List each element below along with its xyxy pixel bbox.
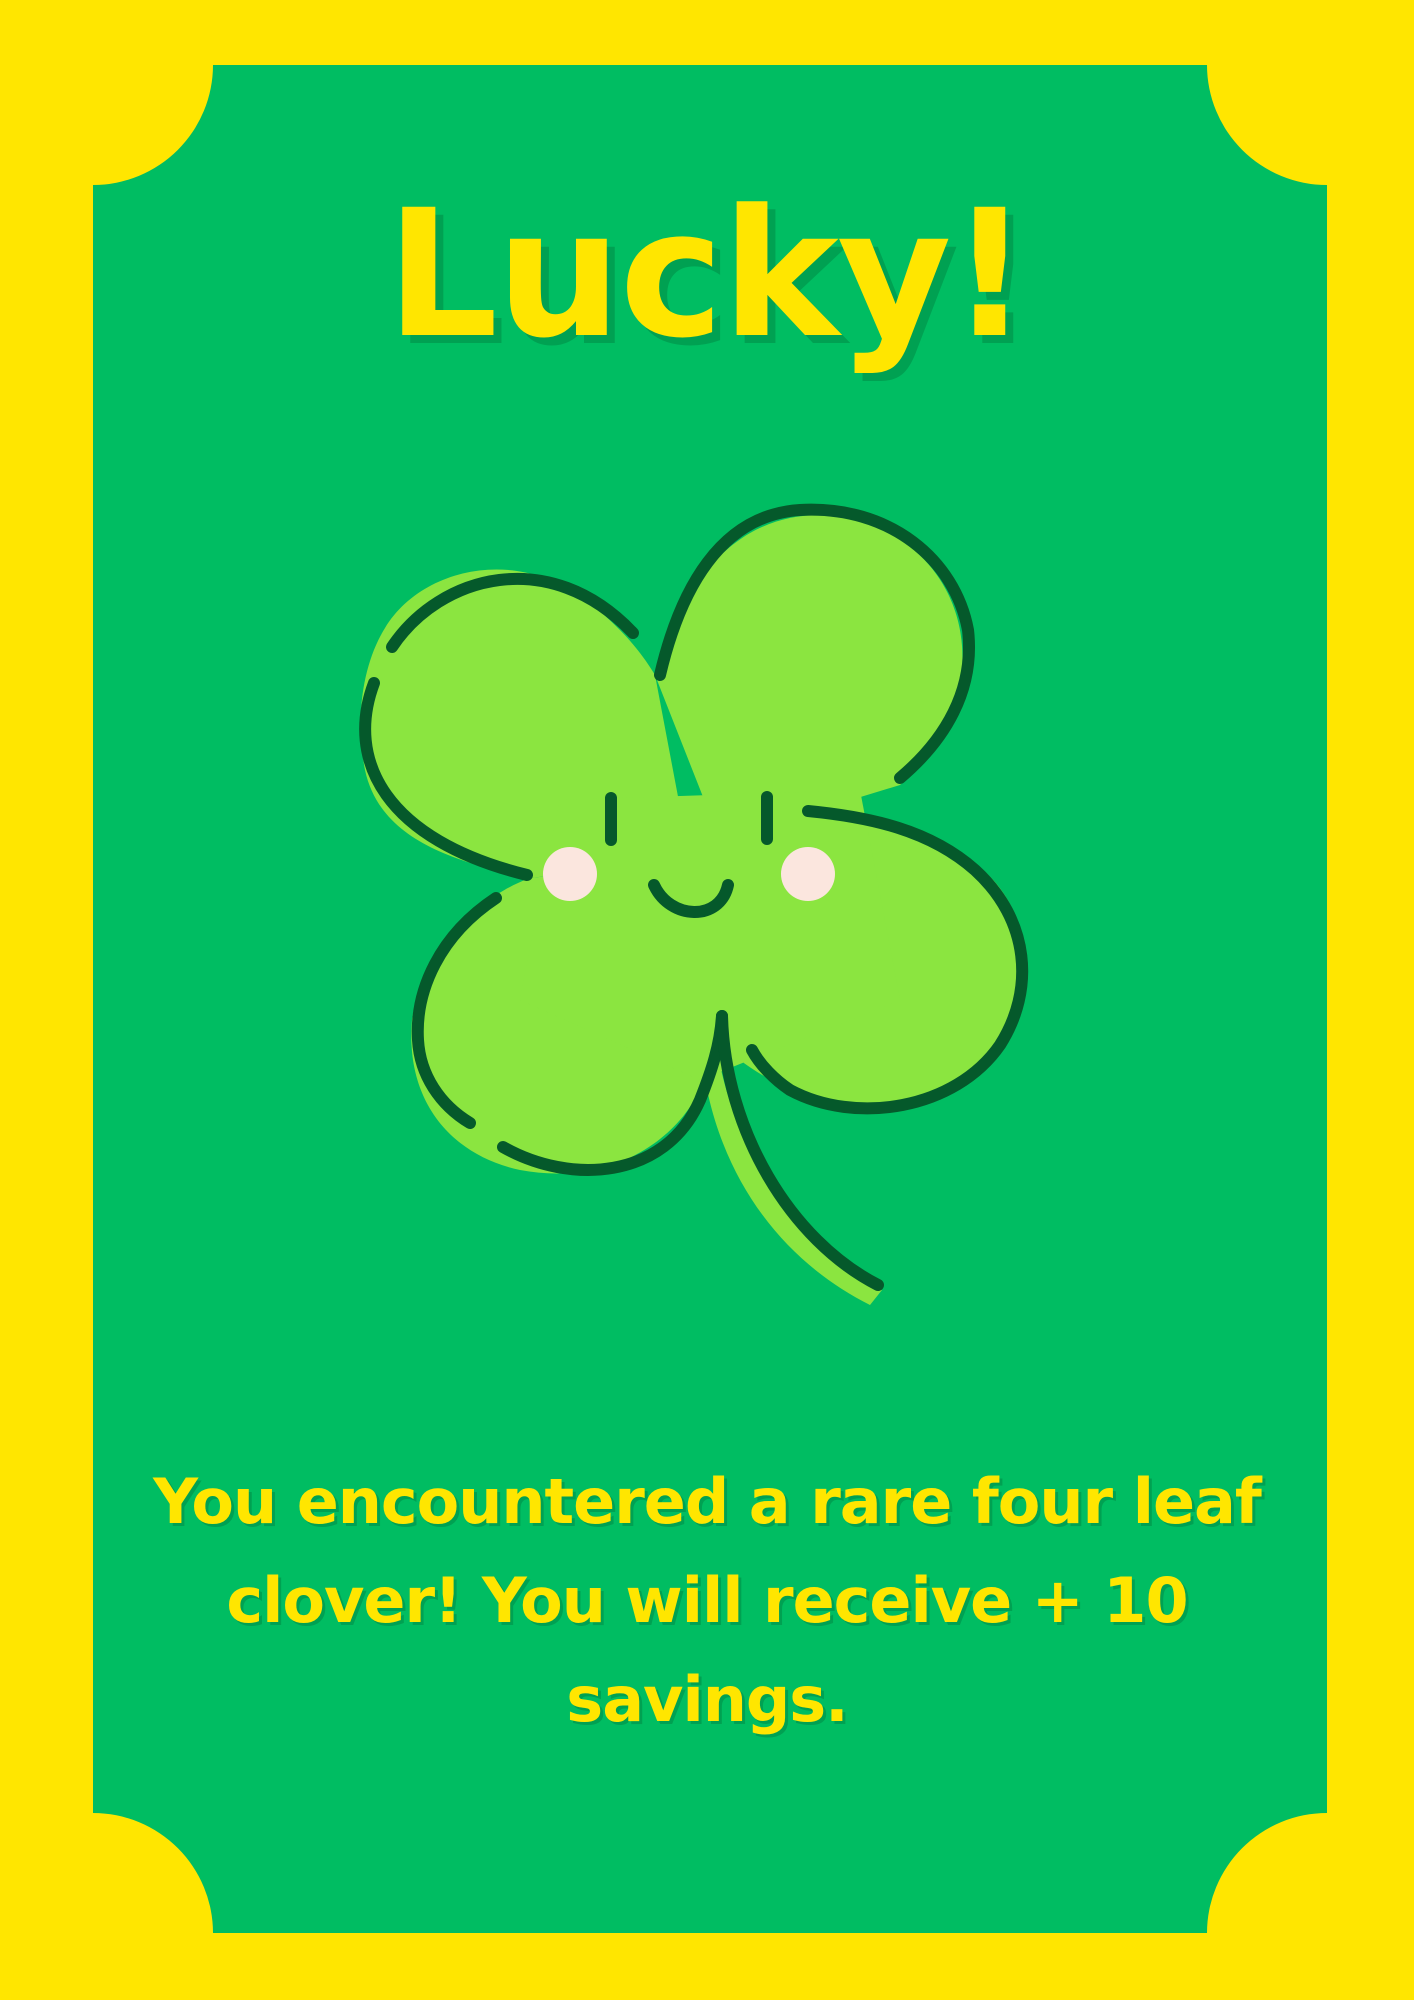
card-message: You encountered a rare four leaf clover!… (153, 1465, 1262, 1736)
